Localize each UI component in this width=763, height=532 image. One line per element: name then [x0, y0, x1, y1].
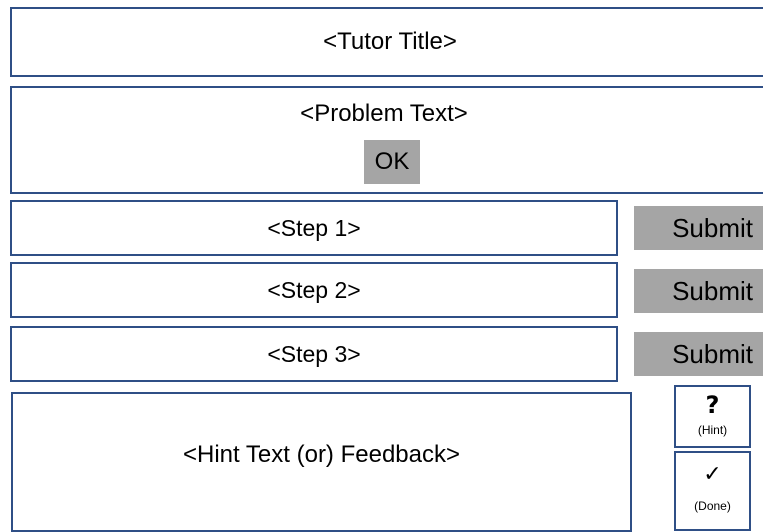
done-button[interactable]: ✓ (Done)	[674, 451, 751, 531]
problem-text: <Problem Text>	[300, 100, 468, 127]
ok-button[interactable]: OK	[364, 140, 420, 184]
step-2-label: <Step 2>	[267, 276, 361, 303]
step-3-label: <Step 3>	[267, 340, 361, 367]
hint-feedback-text: <Hint Text (or) Feedback>	[182, 440, 461, 468]
tutor-title: <Tutor Title>	[323, 28, 457, 55]
problem-panel: <Problem Text> OK	[10, 86, 763, 194]
checkmark-icon: ✓	[703, 462, 722, 487]
submit-step-3-button[interactable]: Submit	[634, 332, 763, 376]
question-mark-icon: ?	[705, 391, 720, 419]
hint-button[interactable]: ? (Hint)	[674, 385, 751, 448]
submit-step-1-button[interactable]: Submit	[634, 206, 763, 250]
step-2-field[interactable]: <Step 2>	[10, 262, 618, 318]
hint-button-label: (Hint)	[697, 423, 728, 437]
step-3-field[interactable]: <Step 3>	[10, 326, 618, 382]
tutor-title-panel: <Tutor Title>	[10, 7, 763, 77]
done-button-label: (Done)	[694, 499, 731, 513]
step-1-field[interactable]: <Step 1>	[10, 200, 618, 256]
hint-feedback-panel: <Hint Text (or) Feedback>	[11, 392, 632, 532]
submit-step-2-button[interactable]: Submit	[634, 269, 763, 313]
step-1-label: <Step 1>	[267, 214, 361, 241]
